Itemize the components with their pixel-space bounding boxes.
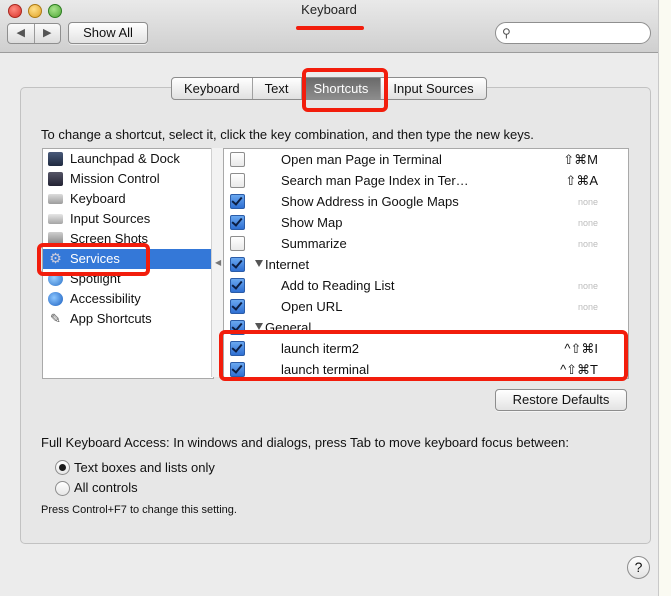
shortcut-checkbox[interactable] bbox=[230, 299, 245, 314]
shortcut-checkbox[interactable] bbox=[230, 215, 245, 230]
shortcut-checkbox[interactable] bbox=[230, 278, 245, 293]
group-checkbox[interactable] bbox=[230, 257, 245, 272]
back-icon[interactable]: ◀ bbox=[8, 24, 35, 43]
accessibility-icon bbox=[48, 292, 63, 306]
shortcut-row[interactable]: Summarize none bbox=[224, 233, 628, 254]
launchpad-icon bbox=[48, 152, 63, 166]
shortcut-checkbox[interactable] bbox=[230, 173, 245, 188]
shortcut-row[interactable]: Open man Page in Terminal ⇧⌘M bbox=[224, 149, 628, 170]
shortcut-label: Search man Page Index in Ter… bbox=[281, 173, 469, 188]
category-keyboard[interactable]: Keyboard bbox=[43, 189, 213, 209]
group-label: Internet bbox=[265, 257, 310, 272]
shortcut-row[interactable]: Open URL none bbox=[224, 296, 628, 317]
annotation-underline bbox=[296, 26, 364, 30]
background-window-edge bbox=[658, 0, 671, 596]
show-all-button[interactable]: Show All bbox=[68, 22, 148, 44]
shortcut-keys[interactable]: ⇧⌘A bbox=[565, 173, 598, 189]
shortcut-keys[interactable]: none bbox=[578, 281, 598, 291]
shortcut-label: Open man Page in Terminal bbox=[281, 152, 442, 167]
keyboard-icon bbox=[48, 194, 63, 204]
shortcut-row[interactable]: Add to Reading List none bbox=[224, 275, 628, 296]
back-forward-control[interactable]: ◀ ▶ bbox=[7, 23, 61, 44]
shortcut-label: Open URL bbox=[281, 299, 343, 314]
search-field[interactable]: ⚲ bbox=[495, 22, 651, 44]
shortcut-keys[interactable]: none bbox=[578, 239, 598, 249]
window-title: Keyboard bbox=[301, 2, 357, 17]
search-icon: ⚲ bbox=[502, 26, 511, 40]
shortcut-label: Show Map bbox=[281, 215, 343, 230]
shortcut-row[interactable]: Search man Page Index in Ter… ⇧⌘A bbox=[224, 170, 628, 191]
shortcut-keys[interactable]: none bbox=[578, 197, 598, 207]
splitter-arrow-icon: ◀ bbox=[215, 258, 222, 267]
app-shortcuts-icon: ✎ bbox=[50, 311, 61, 326]
restore-defaults-button[interactable]: Restore Defaults bbox=[495, 389, 627, 411]
shortcut-row[interactable]: Show Address in Google Maps none bbox=[224, 191, 628, 212]
shortcut-checkbox[interactable] bbox=[230, 152, 245, 167]
shortcut-checkbox[interactable] bbox=[230, 236, 245, 251]
annotation-box-services bbox=[37, 243, 150, 276]
shortcut-label: Add to Reading List bbox=[281, 278, 395, 293]
annotation-box-shortcuts bbox=[302, 68, 388, 112]
radio-all-controls-label[interactable]: All controls bbox=[74, 480, 138, 495]
disclosure-triangle-icon[interactable] bbox=[255, 323, 263, 330]
tab-text[interactable]: Text bbox=[253, 78, 302, 99]
help-button[interactable]: ? bbox=[627, 556, 650, 579]
category-launchpad-dock[interactable]: Launchpad & Dock bbox=[43, 149, 213, 169]
instructions-text: To change a shortcut, select it, click t… bbox=[41, 127, 534, 142]
shortcut-label: Show Address in Google Maps bbox=[281, 194, 459, 209]
tab-keyboard[interactable]: Keyboard bbox=[172, 78, 253, 99]
tab-input-sources[interactable]: Input Sources bbox=[381, 78, 485, 99]
shortcut-row[interactable]: Show Map none bbox=[224, 212, 628, 233]
category-mission-control[interactable]: Mission Control bbox=[43, 169, 213, 189]
radio-text-boxes-label[interactable]: Text boxes and lists only bbox=[74, 460, 215, 475]
forward-icon[interactable]: ▶ bbox=[35, 24, 61, 43]
shortcut-keys[interactable]: none bbox=[578, 302, 598, 312]
shortcut-checkbox[interactable] bbox=[230, 194, 245, 209]
radio-text-boxes[interactable] bbox=[55, 460, 70, 475]
radio-all-controls[interactable] bbox=[55, 481, 70, 496]
full-keyboard-access-label: Full Keyboard Access: In windows and dia… bbox=[41, 435, 569, 450]
category-app-shortcuts[interactable]: ✎ App Shortcuts bbox=[43, 309, 213, 329]
keyboard-access-hint: Press Control+F7 to change this setting. bbox=[41, 504, 237, 516]
shortcut-group-row[interactable]: Internet bbox=[224, 254, 628, 275]
input-sources-icon bbox=[48, 214, 63, 224]
category-accessibility[interactable]: Accessibility bbox=[43, 289, 213, 309]
category-input-sources[interactable]: Input Sources bbox=[43, 209, 213, 229]
annotation-box-general-shortcuts bbox=[219, 330, 628, 381]
mission-control-icon bbox=[48, 172, 63, 186]
shortcut-keys[interactable]: none bbox=[578, 218, 598, 228]
disclosure-triangle-icon[interactable] bbox=[255, 260, 263, 267]
shortcut-keys[interactable]: ⇧⌘M bbox=[563, 152, 598, 168]
shortcut-label: Summarize bbox=[281, 236, 347, 251]
